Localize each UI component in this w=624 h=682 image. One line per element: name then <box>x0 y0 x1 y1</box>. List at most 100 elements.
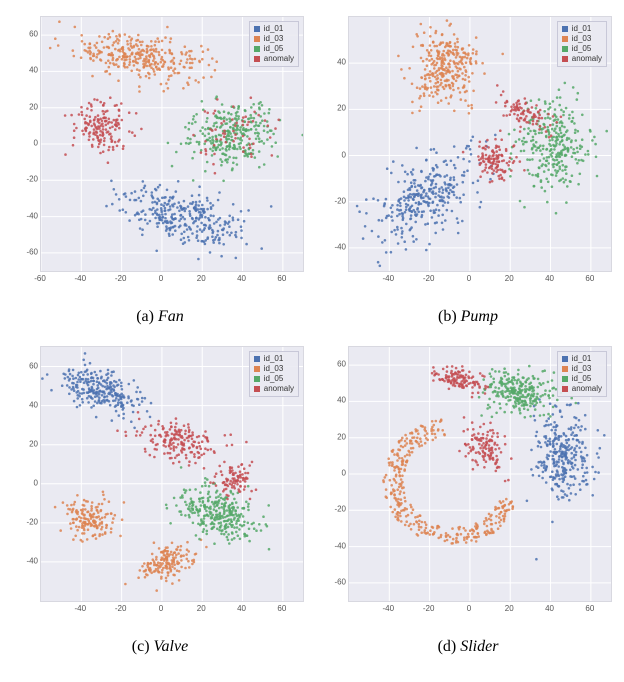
legend-dot-icon <box>254 386 260 392</box>
legend-dot-icon <box>562 356 568 362</box>
legend: id_01id_03id_05anomaly <box>557 21 607 67</box>
legend-dot-icon <box>562 366 568 372</box>
legend-dot-icon <box>562 26 568 32</box>
y-tick-label: 40 <box>14 400 38 409</box>
x-tick-label: 40 <box>237 604 246 613</box>
x-tick-label: 20 <box>505 274 514 283</box>
legend-label: id_05 <box>264 44 284 54</box>
x-tick-label: -20 <box>423 604 435 613</box>
legend-dot-icon <box>254 26 260 32</box>
x-tick-label: 60 <box>585 604 594 613</box>
legend-dot-icon <box>562 46 568 52</box>
caption-slider: (d) Slider <box>438 638 499 656</box>
legend-label: id_01 <box>572 354 592 364</box>
caption-pump: (b) Pump <box>438 308 498 326</box>
legend-item: id_05 <box>254 44 294 54</box>
caption-valve: (c) Valve <box>132 638 188 656</box>
legend-dot-icon <box>562 56 568 62</box>
chart-grid: id_01id_03id_05anomaly-60-40-200204060-6… <box>10 10 614 662</box>
plot-fan: id_01id_03id_05anomaly -60 -40 -20 0 20 40 60 -6… <box>10 10 310 300</box>
legend-item: id_03 <box>254 34 294 44</box>
plot-slider: id_01id_03id_05anomaly -60 -40 -20 0 20 40 60 -4… <box>318 340 618 630</box>
x-tick-label: -40 <box>383 274 395 283</box>
legend-item: id_03 <box>254 364 294 374</box>
x-tick-label: 60 <box>585 274 594 283</box>
y-tick-label: 40 <box>322 396 346 405</box>
legend-label: id_01 <box>264 24 284 34</box>
y-tick-label: 60 <box>322 360 346 369</box>
y-tick-label: -20 <box>14 175 38 184</box>
legend-label: anomaly <box>264 54 294 64</box>
x-tick-label: 20 <box>197 604 206 613</box>
y-tick-label: 60 <box>14 361 38 370</box>
y-tick-label: -20 <box>322 196 346 205</box>
x-tick-label: 0 <box>159 274 163 283</box>
legend-label: id_03 <box>572 364 592 374</box>
legend-item: anomaly <box>562 384 602 394</box>
legend-label: anomaly <box>572 54 602 64</box>
legend-item: id_03 <box>562 34 602 44</box>
y-tick-label: -20 <box>14 517 38 526</box>
legend-label: id_05 <box>572 374 592 384</box>
y-tick-label: -40 <box>322 541 346 550</box>
x-tick-label: -20 <box>115 274 127 283</box>
panel-fan: id_01id_03id_05anomaly -60 -40 -20 0 20 40 60 -6… <box>10 10 310 332</box>
legend: id_01id_03id_05anomaly <box>249 351 299 397</box>
panel-pump: id_01id_03id_05anomaly-40-2002040-40-200… <box>318 10 618 332</box>
x-tick-label: 0 <box>467 274 471 283</box>
legend-label: anomaly <box>264 384 294 394</box>
x-tick-label: -20 <box>115 604 127 613</box>
x-tick-label: 60 <box>277 274 286 283</box>
legend-item: id_05 <box>254 374 294 384</box>
x-tick-label: 40 <box>545 274 554 283</box>
y-tick-label: 20 <box>322 432 346 441</box>
legend-item: id_03 <box>562 364 602 374</box>
x-tick-label: 20 <box>505 604 514 613</box>
y-tick-label: 20 <box>322 104 346 113</box>
legend-label: id_01 <box>264 354 284 364</box>
legend-dot-icon <box>254 46 260 52</box>
x-tick-label: 0 <box>467 604 471 613</box>
legend-label: id_03 <box>572 34 592 44</box>
y-tick-label: 20 <box>14 439 38 448</box>
panel-slider: id_01id_03id_05anomaly -60 -40 -20 0 20 40 60 -4… <box>318 340 618 662</box>
legend-label: id_05 <box>572 44 592 54</box>
x-tick-label: 0 <box>159 604 163 613</box>
plot-valve: id_01id_03id_05anomaly -40 -20 0 20 40 60 -40 -2… <box>10 340 310 630</box>
x-tick-label: 40 <box>237 274 246 283</box>
x-tick-label: -60 <box>34 274 46 283</box>
legend-label: id_05 <box>264 374 284 384</box>
y-tick-label: 20 <box>14 102 38 111</box>
caption-fan: (a) Fan <box>136 308 184 326</box>
legend: id_01id_03id_05anomaly <box>557 351 607 397</box>
y-tick-label: -60 <box>322 577 346 586</box>
legend-item: id_01 <box>562 354 602 364</box>
y-tick-label: -40 <box>14 211 38 220</box>
legend-label: id_03 <box>264 364 284 374</box>
legend-item: id_01 <box>562 24 602 34</box>
legend-dot-icon <box>254 56 260 62</box>
x-tick-label: -40 <box>75 604 87 613</box>
x-tick-label: 40 <box>545 604 554 613</box>
legend-dot-icon <box>562 376 568 382</box>
legend-dot-icon <box>254 376 260 382</box>
plot-pump: id_01id_03id_05anomaly-40-2002040-40-200… <box>318 10 618 300</box>
legend-item: id_05 <box>562 374 602 384</box>
y-tick-label: 0 <box>322 150 346 159</box>
y-tick-label: -60 <box>14 247 38 256</box>
y-tick-label: -40 <box>14 556 38 565</box>
y-tick-label: 0 <box>14 139 38 148</box>
legend: id_01id_03id_05anomaly <box>249 21 299 67</box>
x-tick-label: -40 <box>75 274 87 283</box>
y-tick-label: 60 <box>14 30 38 39</box>
legend-label: id_03 <box>264 34 284 44</box>
x-tick-label: -20 <box>423 274 435 283</box>
x-tick-label: -40 <box>383 604 395 613</box>
legend-item: id_05 <box>562 44 602 54</box>
legend-item: anomaly <box>254 384 294 394</box>
legend-dot-icon <box>254 36 260 42</box>
legend-item: id_01 <box>254 354 294 364</box>
legend-item: anomaly <box>562 54 602 64</box>
x-tick-label: 60 <box>277 604 286 613</box>
y-tick-label: 0 <box>14 478 38 487</box>
